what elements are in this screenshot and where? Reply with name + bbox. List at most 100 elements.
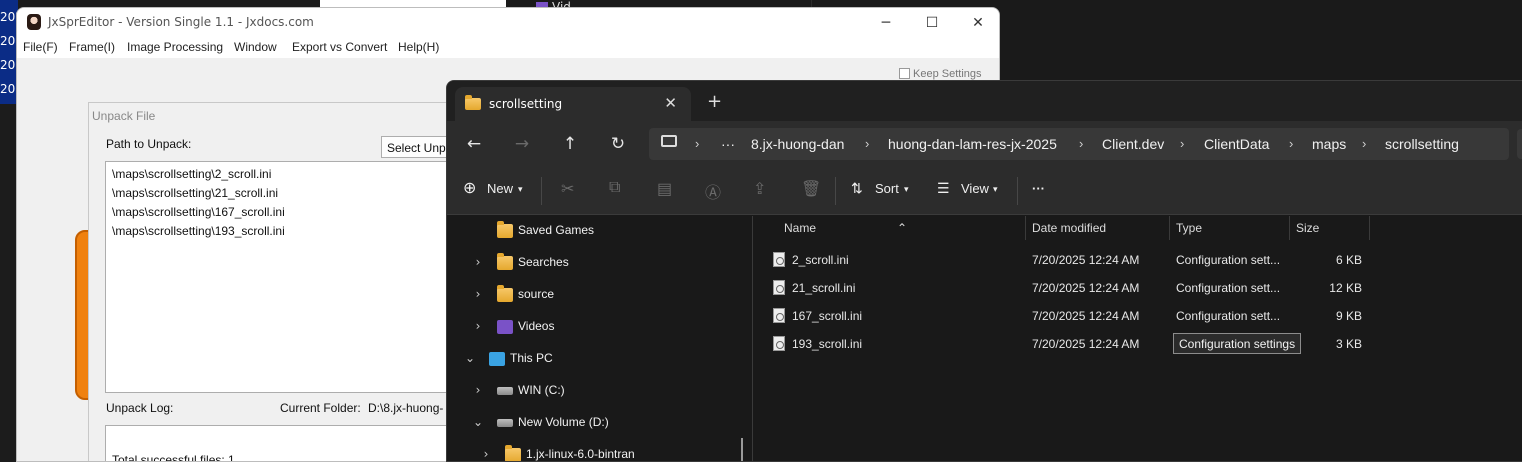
chevron-down-icon: ▾ — [518, 184, 523, 194]
refresh-button[interactable]: ↻ — [605, 131, 631, 157]
monitor-icon — [661, 135, 677, 147]
share-icon[interactable]: ⇪ — [753, 179, 766, 199]
expand-arrow-icon[interactable]: ⌄ — [471, 415, 485, 429]
paste-icon[interactable]: ▤ — [657, 179, 672, 199]
checkbox-icon — [899, 68, 910, 79]
expand-arrow-icon[interactable]: › — [471, 383, 485, 397]
keep-settings-checkbox[interactable]: Keep Settings — [899, 68, 982, 80]
up-button[interactable]: ↑ — [557, 131, 583, 157]
window-title: JxSprEditor - Version Single 1.1 - Jxdoc… — [48, 15, 314, 29]
menu-export-vs-convert[interactable]: Export vs Convert — [292, 40, 387, 54]
close-tab-button[interactable]: ✕ — [664, 94, 677, 112]
path-list[interactable]: \maps\scrollsetting\2_scroll.ini \maps\s… — [105, 161, 485, 393]
chevron-right-icon: › — [695, 136, 700, 151]
breadcrumb-more[interactable]: ··· — [721, 136, 735, 152]
table-row[interactable]: 2_scroll.ini 7/20/2025 12:24 AM Configur… — [753, 246, 1373, 274]
file-date: 7/20/2025 12:24 AM — [1032, 337, 1140, 351]
breadcrumb-item[interactable]: Client.dev — [1102, 136, 1164, 152]
ini-file-icon — [773, 336, 785, 351]
menu-window[interactable]: Window — [234, 40, 277, 54]
menu-help[interactable]: Help(H) — [398, 40, 439, 54]
cut-icon[interactable]: ✂ — [561, 179, 574, 199]
list-item[interactable]: \maps\scrollsetting\193_scroll.ini — [112, 224, 478, 243]
sidebar-item-label: Videos — [518, 319, 555, 333]
sidebar-item-searches[interactable]: › Searches — [471, 248, 771, 280]
sidebar-item-label: Searches — [518, 255, 569, 269]
column-date-modified[interactable]: Date modified — [1032, 221, 1106, 235]
list-item[interactable]: \maps\scrollsetting\2_scroll.ini — [112, 167, 478, 186]
breadcrumb-item[interactable]: 8.jx-huong-dan — [751, 136, 844, 152]
sidebar-item-label: source — [518, 287, 555, 301]
column-name[interactable]: Name — [784, 221, 816, 235]
file-date: 7/20/2025 12:24 AM — [1032, 253, 1140, 267]
expand-arrow-icon[interactable]: ⌄ — [463, 351, 477, 365]
sidebar-item-source[interactable]: › source — [471, 280, 771, 312]
breadcrumb-item[interactable]: huong-dan-lam-res-jx-2025 — [888, 136, 1057, 152]
rename-icon[interactable]: Ⓐ — [705, 179, 721, 203]
copy-icon[interactable]: ⧉ — [609, 179, 620, 197]
new-tab-button[interactable]: + — [707, 91, 722, 112]
breadcrumb-item[interactable]: ClientData — [1204, 136, 1269, 152]
table-row[interactable]: 21_scroll.ini 7/20/2025 12:24 AM Configu… — [753, 274, 1373, 302]
type-tooltip: Configuration settings — [1173, 333, 1302, 354]
expand-arrow-icon[interactable]: › — [479, 447, 493, 461]
sidebar-item-label: Saved Games — [518, 223, 595, 237]
unpack-log[interactable]: Total successful files: 1 — [105, 425, 485, 461]
new-button[interactable]: New — [487, 181, 513, 196]
minimize-button[interactable]: ─ — [863, 10, 909, 36]
view-button[interactable]: View — [961, 181, 989, 196]
file-size: 3 KB — [1335, 337, 1362, 351]
list-item[interactable]: \maps\scrollsetting\167_scroll.ini — [112, 205, 478, 224]
folder-icon — [497, 285, 513, 302]
breadcrumb-item[interactable]: scrollsetting — [1385, 136, 1459, 152]
search-box-edge[interactable] — [1517, 129, 1522, 159]
tab-scrollsetting[interactable]: scrollsetting ✕ — [455, 87, 691, 121]
expand-arrow-icon[interactable]: › — [471, 319, 485, 333]
list-item[interactable]: \maps\scrollsetting\21_scroll.ini — [112, 186, 478, 205]
file-date: 7/20/2025 12:24 AM — [1032, 309, 1140, 323]
maximize-button[interactable]: ☐ — [909, 10, 955, 36]
menu-file[interactable]: File(F) — [23, 40, 58, 54]
dialog-title: Unpack File — [92, 109, 156, 123]
column-size[interactable]: Size — [1296, 221, 1319, 235]
column-type[interactable]: Type — [1176, 221, 1202, 235]
close-button[interactable]: ✕ — [955, 10, 999, 36]
sidebar-item-win-c[interactable]: › WIN (C:) — [471, 376, 771, 408]
sidebar-item-this-pc[interactable]: ⌄ This PC — [463, 344, 763, 376]
sidebar-item-videos[interactable]: › Videos — [471, 312, 771, 344]
table-row[interactable]: 193_scroll.ini 7/20/2025 12:24 AM Config… — [753, 330, 1373, 358]
tab-bar: scrollsetting ✕ + — [447, 81, 1522, 121]
view-icon: ☰ — [937, 180, 950, 196]
navigation-scrollbar[interactable] — [741, 438, 743, 461]
expand-arrow-icon[interactable]: › — [471, 287, 485, 301]
address-bar-row: ← → ↑ ↻ › ··· 8.jx-huong-dan › huong-dan… — [447, 121, 1522, 167]
sidebar-item-saved-games[interactable]: Saved Games — [471, 216, 771, 248]
chevron-right-icon: › — [865, 136, 870, 151]
sidebar-item-label: 1.jx-linux-6.0-bintran — [526, 447, 635, 461]
delete-icon[interactable]: 🗑 — [801, 179, 821, 199]
sidebar-item-jx-linux[interactable]: › 1.jx-linux-6.0-bintran — [479, 440, 779, 461]
table-row[interactable]: 167_scroll.ini 7/20/2025 12:24 AM Config… — [753, 302, 1373, 330]
current-folder-label: Current Folder: — [280, 401, 361, 415]
app-icon — [27, 14, 41, 30]
file-name: 167_scroll.ini — [792, 309, 863, 323]
more-options-button[interactable]: ··· — [1032, 181, 1045, 196]
ini-file-icon — [773, 308, 785, 323]
breadcrumb-item[interactable]: maps — [1312, 136, 1346, 152]
sidebar-item-new-volume-d[interactable]: ⌄ New Volume (D:) — [471, 408, 771, 440]
drive-icon — [497, 387, 513, 395]
drive-icon — [497, 419, 513, 427]
menu-frame[interactable]: Frame(I) — [69, 40, 115, 54]
folder-icon — [497, 221, 513, 238]
navigation-pane: Saved Games › Searches › source › Videos… — [447, 216, 751, 461]
chevron-right-icon: › — [1180, 136, 1185, 151]
current-folder-value: D:\8.jx-huong- — [368, 401, 444, 415]
breadcrumb[interactable]: › ··· 8.jx-huong-dan › huong-dan-lam-res… — [649, 128, 1509, 160]
ini-file-icon — [773, 280, 785, 295]
sort-button[interactable]: Sort — [875, 181, 899, 196]
forward-button[interactable]: → — [509, 131, 535, 157]
file-type: Configuration sett... — [1176, 253, 1281, 267]
back-button[interactable]: ← — [461, 131, 487, 157]
expand-arrow-icon[interactable]: › — [471, 255, 485, 269]
menu-image-processing[interactable]: Image Processing — [127, 40, 223, 54]
